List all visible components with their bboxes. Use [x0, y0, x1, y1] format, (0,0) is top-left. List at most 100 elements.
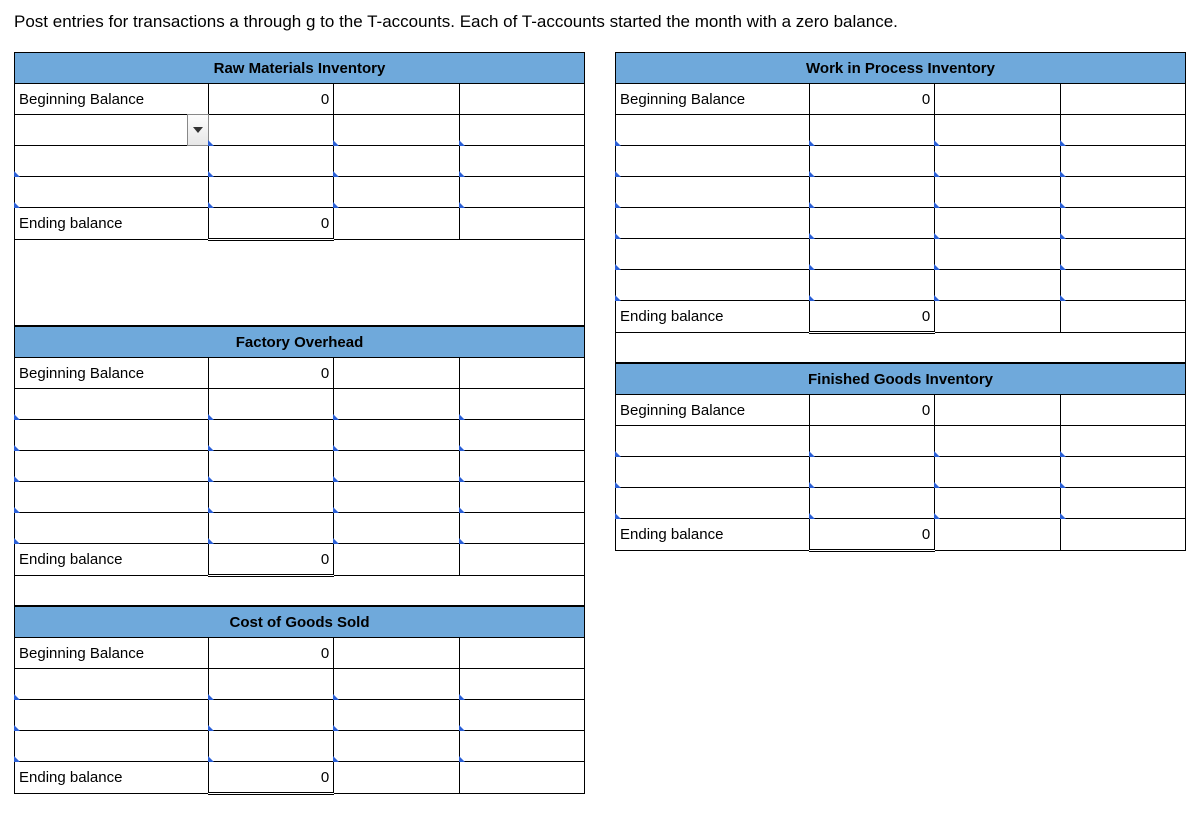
entry-value-cell[interactable]: [459, 731, 584, 762]
entry-value-cell[interactable]: [459, 115, 584, 146]
credit-label-cell: [334, 638, 459, 669]
entry-value-cell[interactable]: [1060, 146, 1185, 177]
entry-label-cell[interactable]: [616, 488, 810, 519]
entry-value-cell[interactable]: [208, 115, 333, 146]
entry-label-cell[interactable]: [935, 177, 1060, 208]
beginning-balance-value: 0: [208, 638, 333, 669]
entry-value-cell[interactable]: [208, 389, 333, 420]
entry-label-cell[interactable]: [334, 731, 459, 762]
entry-value-cell[interactable]: [809, 239, 934, 270]
entry-value-cell[interactable]: [809, 146, 934, 177]
entry-value-cell[interactable]: [208, 700, 333, 731]
entry-label-cell[interactable]: [15, 146, 209, 177]
entry-label-cell[interactable]: [334, 146, 459, 177]
entry-value-cell[interactable]: [208, 731, 333, 762]
entry-value-cell[interactable]: [1060, 177, 1185, 208]
entry-value-cell[interactable]: [459, 146, 584, 177]
ending-credit-value: [1060, 301, 1185, 333]
entry-value-cell[interactable]: [459, 420, 584, 451]
entry-value-cell[interactable]: [208, 451, 333, 482]
entry-label-cell[interactable]: [616, 270, 810, 301]
entry-label-cell[interactable]: [334, 669, 459, 700]
beginning-balance-label: Beginning Balance: [616, 84, 810, 115]
entry-label-cell[interactable]: [334, 389, 459, 420]
entry-label-cell[interactable]: [15, 731, 209, 762]
entry-value-cell[interactable]: [459, 513, 584, 544]
t-account-wip: Work in Process InventoryBeginning Balan…: [615, 52, 1186, 363]
entry-value-cell[interactable]: [809, 208, 934, 239]
entry-value-cell[interactable]: [809, 426, 934, 457]
entry-label-cell[interactable]: [15, 389, 209, 420]
entry-label-cell[interactable]: [334, 177, 459, 208]
entry-value-cell[interactable]: [208, 669, 333, 700]
entry-label-cell[interactable]: [334, 482, 459, 513]
ending-credit-label: [334, 762, 459, 794]
entry-value-cell[interactable]: [1060, 239, 1185, 270]
entry-label-cell[interactable]: [15, 513, 209, 544]
entry-label-cell[interactable]: [935, 146, 1060, 177]
entry-label-cell[interactable]: [15, 482, 209, 513]
entry-label-cell[interactable]: [935, 239, 1060, 270]
t-account-title: Cost of Goods Sold: [15, 607, 585, 638]
entry-label-cell[interactable]: [935, 488, 1060, 519]
entry-value-cell[interactable]: [208, 420, 333, 451]
entry-value-cell[interactable]: [208, 177, 333, 208]
entry-label-cell[interactable]: [935, 208, 1060, 239]
entry-label-cell[interactable]: [15, 451, 209, 482]
entry-label-cell[interactable]: [935, 115, 1060, 146]
entry-value-cell[interactable]: [208, 146, 333, 177]
entry-value-cell[interactable]: [809, 270, 934, 301]
entry-value-cell[interactable]: [1060, 457, 1185, 488]
entry-label-cell[interactable]: [616, 177, 810, 208]
entry-value-cell[interactable]: [208, 513, 333, 544]
t-account-factory_overhead: Factory OverheadBeginning Balance0Ending…: [14, 326, 585, 606]
entry-value-cell[interactable]: [208, 482, 333, 513]
entry-label-cell[interactable]: [334, 513, 459, 544]
entry-value-cell[interactable]: [1060, 270, 1185, 301]
entry-value-cell[interactable]: [809, 115, 934, 146]
t-account-title: Work in Process Inventory: [616, 53, 1186, 84]
entry-label-cell[interactable]: [334, 420, 459, 451]
dropdown-button[interactable]: [187, 114, 209, 146]
entry-label-cell[interactable]: [15, 669, 209, 700]
beginning-balance-value: 0: [208, 84, 333, 115]
entry-label-cell[interactable]: [616, 208, 810, 239]
entry-value-cell[interactable]: [459, 700, 584, 731]
entry-label-cell[interactable]: [616, 457, 810, 488]
entry-value-cell[interactable]: [1060, 115, 1185, 146]
entry-label-cell[interactable]: [616, 115, 810, 146]
entry-label-cell[interactable]: [935, 270, 1060, 301]
entry-label-cell[interactable]: [616, 146, 810, 177]
entry-value-cell[interactable]: [459, 669, 584, 700]
entry-value-cell[interactable]: [1060, 488, 1185, 519]
entry-label-cell[interactable]: [15, 177, 209, 208]
entry-label-cell[interactable]: [334, 115, 459, 146]
entry-label-cell[interactable]: [616, 426, 810, 457]
entry-label-cell[interactable]: [334, 451, 459, 482]
entry-value-cell[interactable]: [459, 389, 584, 420]
chevron-down-icon: [193, 127, 203, 133]
active-dropdown-cell[interactable]: [15, 115, 209, 146]
entry-value-cell[interactable]: [809, 177, 934, 208]
entry-label-cell[interactable]: [616, 239, 810, 270]
t-account-cogs: Cost of Goods SoldBeginning Balance0Endi…: [14, 606, 585, 795]
t-account-title: Raw Materials Inventory: [15, 53, 585, 84]
entry-label-cell[interactable]: [15, 700, 209, 731]
ending-credit-label: [334, 544, 459, 576]
entry-value-cell[interactable]: [1060, 208, 1185, 239]
entry-value-cell[interactable]: [459, 177, 584, 208]
entry-label-cell[interactable]: [935, 457, 1060, 488]
entry-label-cell[interactable]: [935, 426, 1060, 457]
beginning-balance-label: Beginning Balance: [616, 395, 810, 426]
t-account-grid: Raw Materials Inventory Beginning Balance…: [14, 52, 1186, 795]
entry-label-cell[interactable]: [15, 420, 209, 451]
spacer-cell: [15, 269, 585, 297]
entry-value-cell[interactable]: [459, 451, 584, 482]
beginning-balance-value: 0: [208, 358, 333, 389]
entry-label-cell[interactable]: [334, 700, 459, 731]
entry-value-cell[interactable]: [809, 488, 934, 519]
ending-balance-label: Ending balance: [15, 544, 209, 576]
entry-value-cell[interactable]: [1060, 426, 1185, 457]
entry-value-cell[interactable]: [459, 482, 584, 513]
entry-value-cell[interactable]: [809, 457, 934, 488]
